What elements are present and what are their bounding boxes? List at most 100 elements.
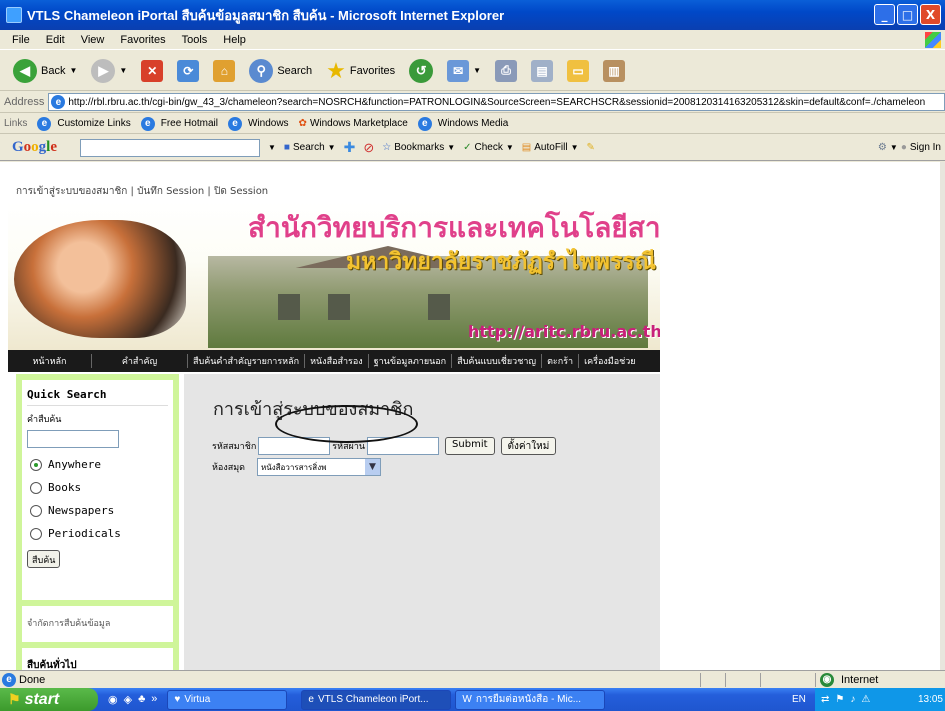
task-virtua[interactable]: ♥ Virtua (167, 689, 288, 710)
media-quicklaunch-icon[interactable]: ◈ (124, 693, 132, 706)
banner-subtitle: มหาวิทยาลัยราชภัฏรำไพพรรณี (346, 248, 656, 275)
nav-home[interactable]: หน้าหลัก (8, 354, 92, 368)
signin-button[interactable]: ⚙ ▼ ● Sign In (878, 142, 945, 153)
login-link[interactable]: การเข้าสู่ระบบของสมาชิก (16, 186, 127, 197)
task-loan-renewal[interactable]: W การยืมต่อหนังสือ - Mic... (455, 689, 606, 710)
stop-icon: ✕ (141, 59, 164, 82)
bookmarks-button[interactable]: ☆ Bookmarks ▼ (382, 142, 455, 153)
reset-button[interactable]: ตั้งค่าใหม่ (500, 437, 557, 455)
google-search-button[interactable]: ■ Search ▼ (284, 142, 336, 153)
favorites-button[interactable]: ★ Favorites (323, 56, 398, 86)
site-nav: หน้าหลัก คำสำคัญ สืบค้นคำสำคัญรายการหลัก… (8, 350, 660, 372)
annotation-ellipse (275, 405, 418, 443)
research-button[interactable]: ▥ (600, 56, 628, 86)
menu-edit[interactable]: Edit (46, 34, 65, 46)
popup-blocker-icon[interactable]: ⊘ (363, 140, 374, 156)
edit-button[interactable]: ▤ (528, 56, 556, 86)
google-search-label: Search (292, 142, 325, 153)
minimize-button[interactable]: _ (874, 4, 895, 25)
link-hotmail[interactable]: e Free Hotmail (140, 116, 218, 131)
globe-icon: ◉ (820, 672, 834, 687)
nav-reserve[interactable]: หนังสือสำรอง (305, 354, 369, 368)
print-button[interactable]: ⎙ (492, 56, 520, 86)
close-button[interactable]: X (920, 4, 941, 25)
more-chevron-icon[interactable]: » (151, 693, 157, 706)
menu-tools[interactable]: Tools (182, 34, 208, 46)
nav-tools[interactable]: เครื่องมือช่วย (579, 354, 641, 368)
radio-books[interactable]: Books (30, 481, 168, 494)
language-indicator[interactable]: EN (792, 694, 806, 705)
plus-icon[interactable]: ✚ (344, 139, 356, 156)
title-bar[interactable]: VTLS Chameleon iPortal สืบค้นข้อมูลสมาชิ… (0, 0, 945, 30)
address-input[interactable]: e http://rbl.rbru.ac.th/cgi-bin/gw_43_3/… (48, 93, 945, 111)
chevron-down-icon: ▼ (327, 143, 336, 152)
library-select[interactable]: หนังสือวารสารสิ่งพ ▼ (257, 458, 382, 476)
ie-page-icon: e (417, 116, 432, 131)
save-session-link[interactable]: บันทึก Session (137, 186, 204, 197)
mail-icon: ✉ (447, 59, 470, 82)
chevron-down-icon: ▼ (365, 459, 381, 475)
tray-volume-icon[interactable]: ♪ (850, 694, 855, 705)
research-icon: ▥ (603, 59, 626, 82)
back-arrow-icon: ◀ (13, 58, 37, 83)
home-button[interactable]: ⌂ (210, 56, 238, 86)
nav-basket[interactable]: ตะกร้า (542, 354, 580, 368)
clock: 13:05 (917, 694, 943, 705)
link-windows[interactable]: e Windows (227, 116, 289, 131)
nav-external-db[interactable]: ฐานข้อมูลภายนอก (369, 354, 453, 368)
general-search-heading[interactable]: สืบค้นทั่วไป (22, 648, 173, 670)
google-search-input[interactable] (80, 138, 260, 157)
edit-page-icon: ▤ (531, 59, 554, 82)
start-button[interactable]: ⚑ start (0, 688, 98, 711)
quick-search-input[interactable] (27, 430, 119, 448)
history-button[interactable]: ↺ (406, 56, 436, 86)
limit-search-link[interactable]: จำกัดการสืบค้นข้อมูล (22, 606, 173, 642)
forward-button[interactable]: ▶ ▼ (88, 56, 130, 86)
radio-icon (30, 481, 42, 494)
nav-keyword[interactable]: คำสำคัญ (92, 354, 188, 368)
radio-newspapers[interactable]: Newspapers (30, 504, 168, 517)
task-chameleon[interactable]: e VTLS Chameleon iPort... (301, 689, 452, 710)
spellcheck-button[interactable]: ✓ Check ▼ (463, 142, 514, 153)
stop-button[interactable]: ✕ (138, 56, 166, 86)
library-selected-value: หนังสือวารสารสิ่งพ (261, 462, 327, 472)
menu-help[interactable]: Help (223, 34, 246, 46)
zone-label: Internet (841, 673, 879, 686)
nav-expert-search[interactable]: สืบค้นแบบเชี่ยวชาญ (452, 354, 543, 368)
google-toolbar: Google ▼ ■ Search ▼ ✚ ⊘ ☆ Bookmarks ▼ ✓ Check… (0, 135, 945, 161)
link-customize[interactable]: e Customize Links (37, 116, 131, 131)
close-session-link[interactable]: ปิด Session (214, 186, 268, 197)
menu-view[interactable]: View (81, 34, 105, 46)
wrench-icon: ⚙ (877, 142, 887, 153)
maximize-button[interactable]: □ (897, 4, 918, 25)
back-button[interactable]: ◀ Back ▼ (10, 56, 80, 86)
library-label: ห้องสมุด (212, 463, 246, 473)
nav-main-keyword[interactable]: สืบค้นคำสำคัญรายการหลัก (188, 354, 306, 368)
autofill-button[interactable]: ▤ AutoFill ▼ (522, 142, 579, 153)
refresh-button[interactable]: ⟳ (174, 56, 202, 86)
google-logo[interactable]: Google (12, 139, 72, 156)
signin-icon: ● (900, 142, 907, 153)
link-marketplace[interactable]: ✿ Windows Marketplace (299, 118, 408, 129)
tray-network-icon[interactable]: ⇄ (821, 694, 829, 705)
menu-favorites[interactable]: Favorites (120, 34, 165, 46)
link-media[interactable]: e Windows Media (417, 116, 508, 131)
pencil-icon[interactable]: ✎ (587, 142, 595, 153)
tray-security-icon[interactable]: ⚠ (861, 694, 870, 705)
folder-button[interactable]: ▭ (564, 56, 592, 86)
submit-button[interactable]: Submit (445, 437, 495, 455)
tray-update-icon[interactable]: ⚑ (835, 694, 844, 705)
vertical-scrollbar[interactable] (940, 162, 945, 670)
search-button[interactable]: ⚲ Search (246, 56, 315, 86)
quick-search-button[interactable]: สืบค้น (27, 550, 61, 568)
ie-quicklaunch-icon[interactable]: ◉ (108, 693, 118, 706)
menu-file[interactable]: File (12, 34, 30, 46)
google-dropdown-icon[interactable]: ▼ (268, 143, 276, 152)
radio-anywhere[interactable]: Anywhere (30, 458, 168, 471)
radio-periodicals[interactable]: Periodicals (30, 527, 168, 540)
messenger-quicklaunch-icon[interactable]: ♣ (138, 693, 145, 706)
mail-button[interactable]: ✉ ▼ (444, 56, 484, 86)
status-divider (725, 673, 726, 687)
back-dropdown-icon: ▼ (69, 66, 78, 75)
ie-window: VTLS Chameleon iPortal สืบค้นข้อมูลสมาชิ… (0, 0, 945, 711)
